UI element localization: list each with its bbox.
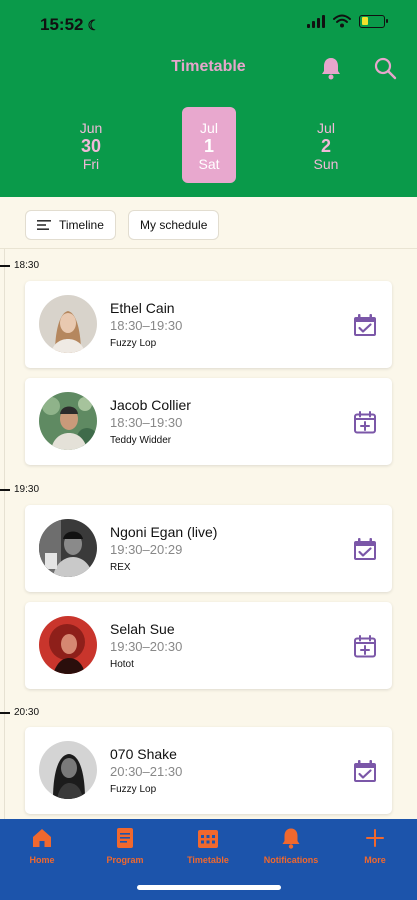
status-bar: 15:52 ☾ (0, 0, 417, 50)
artist-photo (39, 392, 97, 450)
time-marker-label: 18:30 (14, 260, 40, 271)
day-tab-jun-30[interactable]: Jun 30 Fri (64, 107, 118, 183)
stage-name: Teddy Widder (110, 435, 172, 446)
day-number: 30 (80, 136, 102, 156)
nav-program[interactable]: Program (83, 827, 167, 865)
event-card[interactable]: Ngoni Egan (live) 19:30–20:29 REX (25, 505, 392, 592)
wifi-icon (333, 14, 351, 28)
event-time: 19:30–20:30 (110, 639, 183, 654)
time-tick (0, 711, 10, 714)
day-tab-jul-1[interactable]: Jul 1 Sat (182, 107, 236, 183)
calendar-grid-icon (198, 830, 218, 848)
header: 15:52 ☾ Timetable Jun 30 Fri Jul 1 Sat J… (0, 0, 417, 197)
event-card[interactable]: 070 Shake 20:30–21:30 Fuzzy Lop (25, 727, 392, 814)
time-tick (0, 264, 10, 267)
bell-icon[interactable] (320, 56, 342, 80)
day-month: Jul (200, 120, 218, 136)
calendar-check-icon[interactable] (353, 313, 377, 337)
cellular-signal-icon (307, 14, 325, 28)
event-card[interactable]: Selah Sue 19:30–20:30 Hotot (25, 602, 392, 689)
event-card[interactable]: Jacob Collier 18:30–19:30 Teddy Widder (25, 378, 392, 465)
nav-home[interactable]: Home (0, 827, 84, 865)
status-time: 15:52 (40, 15, 84, 34)
calendar-add-icon[interactable] (353, 410, 377, 434)
timeline-rail (4, 249, 5, 819)
artist-name: Ethel Cain (110, 300, 175, 316)
nav-timetable[interactable]: Timetable (166, 827, 250, 865)
home-icon (33, 829, 51, 847)
day-month: Jul (317, 120, 335, 136)
home-indicator[interactable] (137, 885, 281, 890)
document-icon (117, 828, 133, 848)
day-number: 1 (203, 136, 214, 156)
nav-more-label: More (364, 855, 386, 865)
time-marker-label: 20:30 (14, 707, 40, 718)
artist-name: 070 Shake (110, 746, 177, 762)
calendar-add-icon[interactable] (353, 634, 377, 658)
event-time: 18:30–19:30 (110, 415, 183, 430)
battery-icon (359, 14, 388, 28)
day-weekday: Fri (82, 156, 100, 172)
day-weekday: Sat (198, 156, 220, 172)
day-number: 2 (320, 136, 331, 156)
nav-notifications[interactable]: Notifications (249, 827, 333, 865)
day-selector: Jun 30 Fri Jul 1 Sat Jul 2 Sun (0, 107, 417, 183)
artist-photo (39, 295, 97, 353)
day-month: Jun (79, 120, 103, 136)
event-time: 20:30–21:30 (110, 764, 183, 779)
time-marker: 20:30 (0, 707, 39, 718)
bell-icon (282, 828, 300, 849)
event-time: 19:30–20:29 (110, 542, 183, 557)
nav-more[interactable]: More (333, 827, 417, 865)
time-tick (0, 488, 10, 491)
timeline-button-label: Timeline (59, 218, 104, 232)
event-time: 18:30–19:30 (110, 318, 183, 333)
timeline[interactable]: 18:30 Ethel Cain 18:30–19:30 Fuzzy Lop J… (0, 249, 417, 819)
artist-photo (39, 519, 97, 577)
time-marker-label: 19:30 (14, 484, 40, 495)
nav-home-label: Home (29, 855, 55, 865)
list-icon (37, 220, 51, 230)
status-icons (307, 14, 388, 28)
time-marker: 19:30 (0, 484, 39, 495)
stage-name: Hotot (110, 659, 134, 670)
event-card[interactable]: Ethel Cain 18:30–19:30 Fuzzy Lop (25, 281, 392, 368)
calendar-check-icon[interactable] (353, 537, 377, 561)
stage-name: Fuzzy Lop (110, 338, 157, 349)
artist-photo (39, 616, 97, 674)
timeline-button[interactable]: Timeline (25, 210, 116, 240)
page-title: Timetable (171, 58, 246, 75)
day-tab-jul-2[interactable]: Jul 2 Sun (299, 107, 353, 183)
search-icon[interactable] (373, 56, 397, 80)
day-weekday: Sun (313, 156, 339, 172)
artist-photo (39, 741, 97, 799)
my-schedule-button-label: My schedule (140, 218, 208, 232)
artist-name: Selah Sue (110, 621, 175, 637)
artist-name: Ngoni Egan (live) (110, 524, 218, 540)
stage-name: REX (110, 562, 131, 573)
stage-name: Fuzzy Lop (110, 784, 157, 795)
nav-timetable-label: Timetable (187, 855, 229, 865)
time-marker: 18:30 (0, 260, 39, 271)
nav-notifications-label: Notifications (263, 855, 319, 865)
moon-icon: ☾ (87, 16, 101, 33)
plus-icon (366, 829, 384, 847)
my-schedule-button[interactable]: My schedule (128, 210, 220, 240)
status-time-group: 15:52 ☾ (40, 15, 100, 35)
calendar-check-icon[interactable] (353, 759, 377, 783)
view-toolbar: Timeline My schedule (0, 197, 417, 249)
artist-name: Jacob Collier (110, 397, 191, 413)
nav-program-label: Program (106, 855, 144, 865)
